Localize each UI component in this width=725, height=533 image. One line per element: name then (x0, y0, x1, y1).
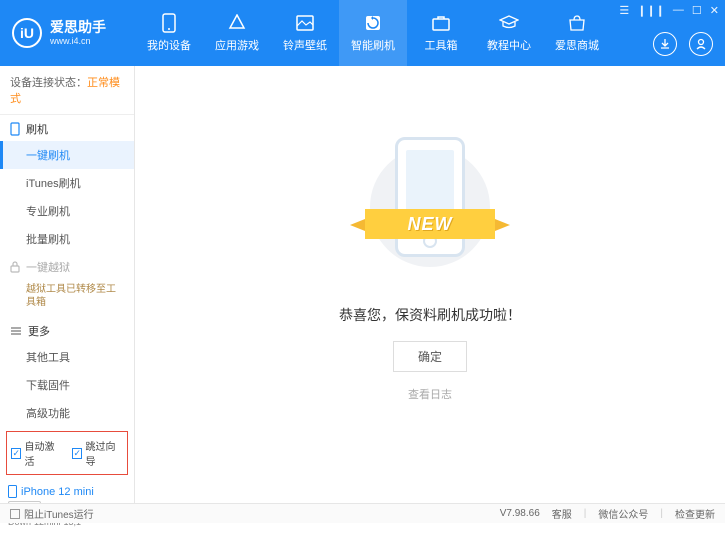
nav-toolbox[interactable]: 工具箱 (407, 0, 475, 66)
phone-illustration-icon (395, 137, 465, 257)
flash-icon (363, 13, 383, 33)
checkbox-label: 跳过向导 (85, 438, 123, 468)
connection-status: 设备连接状态：正常模式 (0, 66, 134, 115)
sidebar-group-jailbreak: 一键越狱 (0, 253, 134, 279)
sidebar-group-more[interactable]: 更多 (0, 317, 134, 343)
footer: 阻止iTunes运行 V7.98.66 客服 | 微信公众号 | 检查更新 (0, 503, 725, 523)
sidebar: 设备连接状态：正常模式 刷机 一键刷机 iTunes刷机 专业刷机 批量刷机 一… (0, 66, 135, 503)
footer-block-label: 阻止iTunes运行 (24, 506, 94, 521)
graduation-icon (499, 13, 519, 33)
group-title: 刷机 (26, 121, 48, 137)
user-button[interactable] (689, 32, 713, 56)
nav-store[interactable]: 爱思商城 (543, 0, 611, 66)
download-button[interactable] (653, 32, 677, 56)
nav-label: 工具箱 (425, 37, 458, 53)
confirm-button[interactable]: 确定 (393, 341, 467, 372)
group-title: 更多 (28, 323, 50, 339)
sidebar-item-batch-flash[interactable]: 批量刷机 (0, 225, 134, 253)
device-name-text: iPhone 12 mini (21, 486, 94, 498)
toolbox-icon (431, 13, 451, 33)
new-ribbon: NEW (365, 209, 495, 239)
nav-label: 铃声壁纸 (283, 37, 327, 53)
nav-apps-games[interactable]: 应用游戏 (203, 0, 271, 66)
checkbox-row-highlight: ✓ 自动激活 ✓ 跳过向导 (6, 431, 128, 475)
check-icon: ✓ (11, 448, 21, 459)
view-log-link[interactable]: 查看日志 (408, 386, 452, 402)
group-title: 一键越狱 (26, 259, 70, 275)
apps-icon (227, 13, 247, 33)
nav-my-device[interactable]: 我的设备 (135, 0, 203, 66)
maximize-icon[interactable]: ☐ (692, 4, 702, 17)
close-icon[interactable]: ✕ (710, 4, 719, 17)
app-url: www.i4.cn (50, 36, 106, 46)
sidebar-item-other-tools[interactable]: 其他工具 (0, 343, 134, 371)
window-controls: ☰ ❙❙❙ — ☐ ✕ (619, 4, 719, 17)
checkbox-skip-guide[interactable]: ✓ 跳过向导 (72, 438, 123, 468)
minimize-icon[interactable]: — (673, 4, 684, 17)
wallpaper-icon (295, 13, 315, 33)
phone-icon (159, 13, 179, 33)
footer-service-link[interactable]: 客服 (552, 506, 572, 521)
nav-smart-flash[interactable]: 智能刷机 (339, 0, 407, 66)
nav-label: 应用游戏 (215, 37, 259, 53)
skin-icon[interactable]: ❙❙❙ (637, 4, 665, 17)
sidebar-item-itunes-flash[interactable]: iTunes刷机 (0, 169, 134, 197)
more-icon (10, 326, 22, 336)
app-header: iU 爱思助手 www.i4.cn 我的设备 应用游戏 铃声壁纸 智能刷机 工具… (0, 0, 725, 66)
version-label: V7.98.66 (500, 508, 540, 519)
checkbox-icon (10, 509, 20, 519)
success-message: 恭喜您，保资料刷机成功啦！ (339, 305, 521, 325)
nav-ringtone-wallpaper[interactable]: 铃声壁纸 (271, 0, 339, 66)
nav-tutorials[interactable]: 教程中心 (475, 0, 543, 66)
store-icon (567, 13, 587, 33)
sidebar-item-advanced[interactable]: 高级功能 (0, 399, 134, 427)
footer-check-update-link[interactable]: 检查更新 (675, 506, 715, 521)
nav-label: 爱思商城 (555, 37, 599, 53)
sidebar-item-one-click-flash[interactable]: 一键刷机 (0, 141, 134, 169)
jailbreak-note: 越狱工具已转移至工具箱 (0, 279, 134, 317)
main-content: NEW 恭喜您，保资料刷机成功啦！ 确定 查看日志 (135, 66, 725, 503)
connection-label: 设备连接状态： (10, 77, 87, 89)
logo-icon: iU (12, 18, 42, 48)
lock-icon (10, 261, 20, 273)
phone-small-icon (10, 122, 20, 136)
device-name: iPhone 12 mini (8, 485, 126, 498)
sidebar-group-flash[interactable]: 刷机 (0, 115, 134, 141)
menu-icon[interactable]: ☰ (619, 4, 629, 17)
phone-small-icon (8, 485, 17, 498)
nav-label: 智能刷机 (351, 37, 395, 53)
check-icon: ✓ (72, 448, 82, 459)
checkbox-label: 自动激活 (24, 438, 62, 468)
header-right (653, 32, 713, 56)
nav-label: 教程中心 (487, 37, 531, 53)
checkbox-block-itunes[interactable]: 阻止iTunes运行 (10, 506, 94, 521)
sidebar-item-download-firmware[interactable]: 下载固件 (0, 371, 134, 399)
logo-area: iU 爱思助手 www.i4.cn (0, 18, 135, 48)
success-illustration: NEW (355, 137, 505, 287)
app-title: 爱思助手 (50, 20, 106, 35)
sidebar-item-pro-flash[interactable]: 专业刷机 (0, 197, 134, 225)
footer-wechat-link[interactable]: 微信公众号 (598, 506, 648, 521)
main-nav: 我的设备 应用游戏 铃声壁纸 智能刷机 工具箱 教程中心 爱思商城 (135, 0, 611, 66)
nav-label: 我的设备 (147, 37, 191, 53)
checkbox-auto-activate[interactable]: ✓ 自动激活 (11, 438, 62, 468)
